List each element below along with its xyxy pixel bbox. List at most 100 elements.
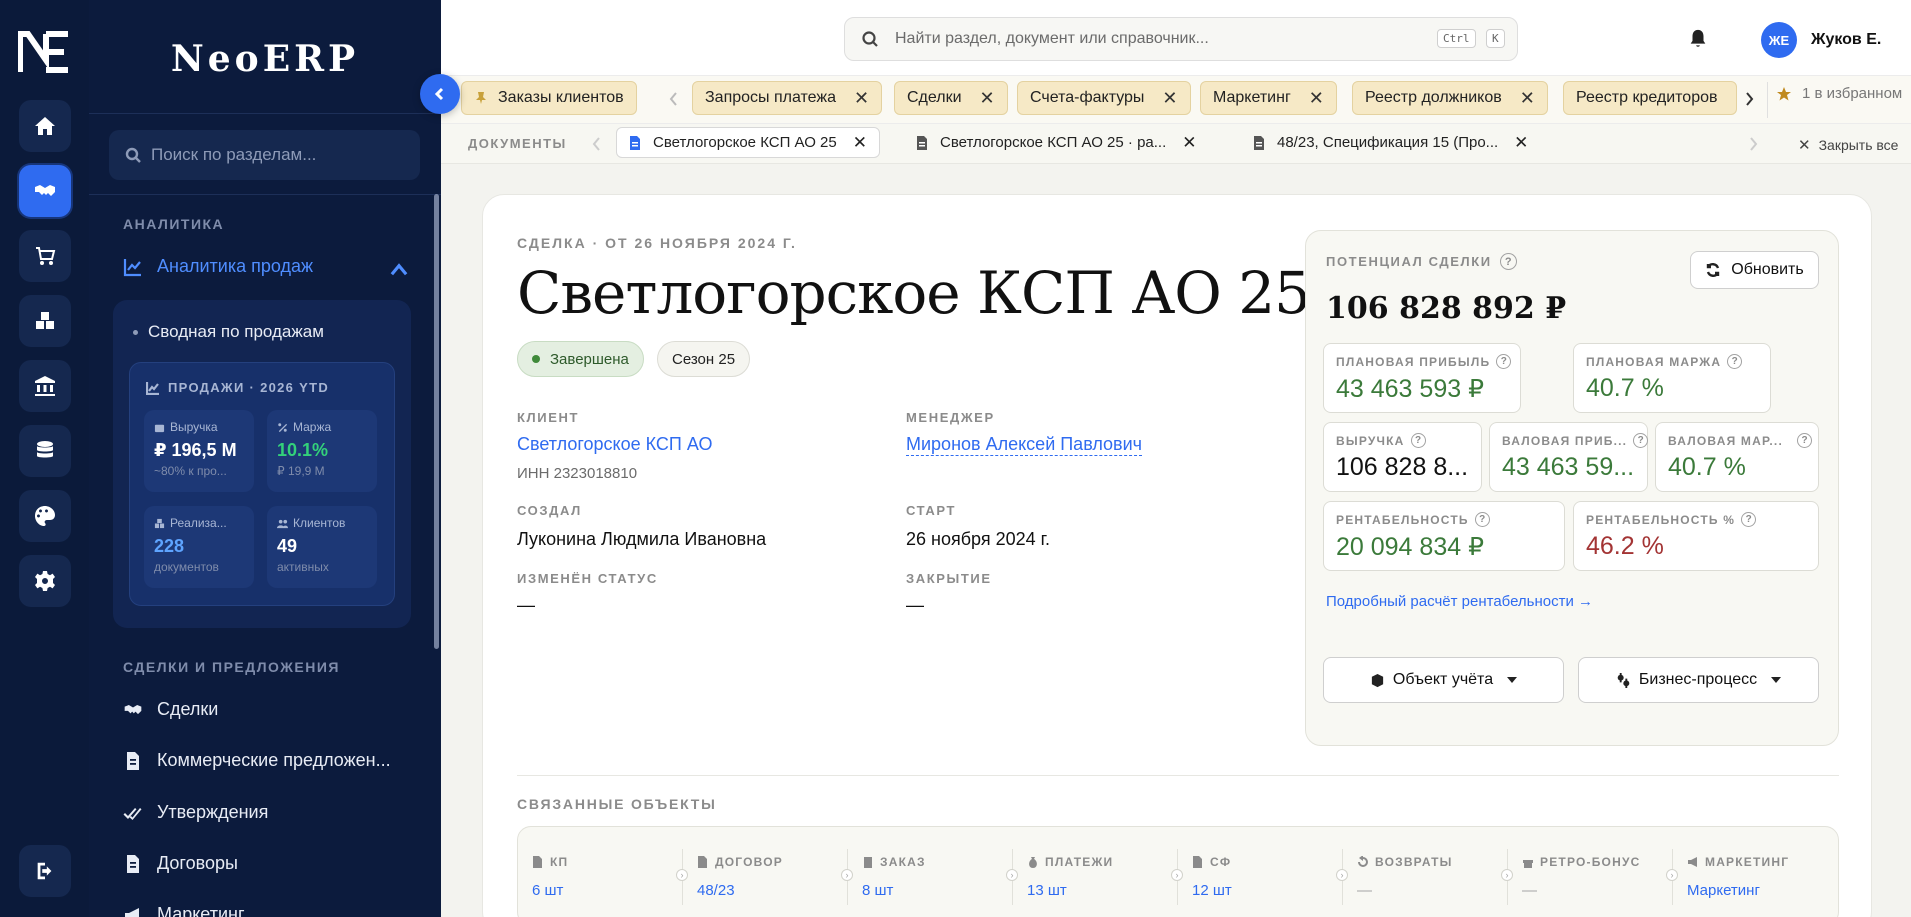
tab-creditors[interactable]: Реестр кредиторов (1563, 81, 1737, 115)
related-invoices[interactable]: СФ 12 шт (1178, 827, 1342, 917)
related-value[interactable]: 6 шт (532, 882, 563, 899)
tab-debtors[interactable]: Реестр должников ✕ (1352, 81, 1548, 115)
chevron-left-icon[interactable] (590, 135, 604, 153)
collapse-sidebar-button[interactable] (420, 74, 460, 114)
kpi-realized[interactable]: Реализа... 228 документов (144, 506, 254, 588)
status-dot (532, 355, 540, 363)
sidebar-item-sales-analytics[interactable]: Аналитика продаж (123, 256, 423, 277)
avatar[interactable]: ЖЕ (1761, 22, 1797, 58)
close-icon[interactable]: ✕ (1514, 133, 1528, 153)
status-badge[interactable]: Завершена (517, 341, 644, 377)
rail-data-button[interactable] (19, 425, 71, 477)
related-order[interactable]: ЗАКАЗ 8 шт (848, 827, 1012, 917)
metric-plan-margin: ПЛАНОВАЯ МАРЖА? 40.7 % (1573, 343, 1771, 413)
rail-theme-button[interactable] (19, 490, 71, 542)
close-icon[interactable]: ✕ (1520, 88, 1535, 109)
rail-finance-button[interactable] (19, 360, 71, 412)
close-icon[interactable]: ✕ (854, 88, 869, 109)
related-proposals[interactable]: КП 6 шт (518, 827, 682, 917)
help-icon[interactable]: ? (1633, 433, 1649, 448)
help-icon[interactable]: ? (1474, 512, 1490, 527)
palette-icon (35, 506, 55, 526)
metric-label-text: ПЛАНОВАЯ МАРЖА (1586, 354, 1722, 369)
tab-label: Запросы платежа (705, 89, 836, 106)
document-tabs: ДОКУМЕНТЫ Светлогорское КСП АО 25 ✕ Свет… (441, 124, 1911, 164)
chevron-left-icon[interactable] (667, 90, 681, 108)
close-icon: ✕ (1798, 137, 1811, 154)
chevron-up-icon[interactable] (389, 260, 409, 280)
rail-deals-button[interactable] (19, 165, 71, 217)
related-value[interactable]: 8 шт (862, 882, 893, 899)
sidebar-subitem-sales-summary[interactable]: Сводная по продажам (133, 322, 324, 342)
related-contract[interactable]: ДОГОВОР 48/23 (683, 827, 847, 917)
tab-payment-requests[interactable]: Запросы платежа ✕ (692, 81, 883, 115)
sidebar-search-input[interactable]: Поиск по разделам... (109, 130, 420, 180)
doc-tab-calculation[interactable]: Светлогорское КСП АО 25 · ра... ✕ (904, 127, 1209, 158)
manager-link[interactable]: Миронов Алексей Павлович (906, 434, 1143, 456)
related-value[interactable]: 48/23 (697, 882, 735, 899)
close-icon[interactable]: ✕ (1162, 88, 1177, 109)
bell-icon[interactable] (1687, 28, 1709, 50)
related-retro-bonus[interactable]: РЕТРО-БОНУС — (1508, 827, 1672, 917)
related-payments[interactable]: ПЛАТЕЖИ 13 шт (1013, 827, 1177, 917)
related-value[interactable]: 12 шт (1192, 882, 1232, 899)
divider (89, 194, 441, 195)
neoerp-logo[interactable] (18, 30, 72, 74)
username[interactable]: Жуков Е. (1811, 31, 1881, 49)
sidebar-item-approvals[interactable]: Утверждения (123, 802, 423, 823)
close-icon[interactable]: ✕ (980, 88, 995, 109)
kpi-margin[interactable]: Маржа 10.1% ₽ 19,9 M (267, 410, 377, 492)
potential-total: 106 828 892 ₽ (1326, 291, 1567, 326)
rail-warehouse-button[interactable] (19, 295, 71, 347)
metric-label: ПЛАНОВАЯ ПРИБЫЛЬ? (1336, 354, 1512, 369)
sidebar-item-marketing[interactable]: Маркетинг (123, 904, 423, 917)
kpi-clients[interactable]: Клиентов 49 активных (267, 506, 377, 588)
database-icon (37, 441, 53, 458)
favorites-counter[interactable]: 1 в избранном (1776, 85, 1902, 102)
kpi-value: ₽ 196,5 M (154, 440, 237, 460)
sidebar-item-deals[interactable]: Сделки (123, 699, 423, 720)
help-icon[interactable]: ? (1741, 512, 1757, 527)
help-icon[interactable]: ? (1727, 354, 1743, 369)
sidebar-scrollbar[interactable] (434, 194, 439, 649)
sidebar-item-contracts[interactable]: Договоры (123, 853, 423, 874)
help-icon[interactable]: ? (1797, 433, 1812, 448)
rail-settings-button[interactable] (19, 555, 71, 607)
tab-invoices[interactable]: Счета-фактуры ✕ (1017, 81, 1191, 115)
business-process-dropdown[interactable]: Бизнес-процесс (1578, 657, 1819, 703)
help-icon[interactable]: ? (1496, 354, 1512, 369)
kpi-label: Клиентов (277, 516, 367, 530)
chevron-right-icon[interactable] (1742, 90, 1756, 108)
kpi-revenue[interactable]: Выручка ₽ 196,5 M ~80% к про... (144, 410, 254, 492)
client-link[interactable]: Светлогорское КСП АО (517, 434, 712, 455)
related-returns[interactable]: ВОЗВРАТЫ — (1343, 827, 1507, 917)
global-search-input[interactable]: Найти раздел, документ или справочник...… (844, 17, 1518, 61)
close-icon[interactable]: ✕ (853, 133, 867, 153)
help-icon[interactable]: ? (1499, 253, 1517, 270)
close-icon[interactable]: ✕ (1309, 88, 1324, 109)
rail-home-button[interactable] (19, 100, 71, 152)
related-value[interactable]: 13 шт (1027, 882, 1067, 899)
divider (89, 113, 441, 114)
tab-pinned-orders[interactable]: Заказы клиентов (461, 81, 637, 115)
sidebar-item-proposals[interactable]: Коммерческие предложен... (123, 750, 423, 771)
doc-tab-deal[interactable]: Светлогорское КСП АО 25 ✕ (616, 127, 880, 158)
close-all-tabs-button[interactable]: ✕ Закрыть все (1798, 136, 1898, 154)
season-badge[interactable]: Сезон 25 (657, 341, 751, 377)
close-icon[interactable]: ✕ (1182, 133, 1196, 153)
tab-deals[interactable]: Сделки ✕ (894, 81, 1008, 115)
icon-rail (0, 0, 89, 917)
logout-button[interactable] (19, 845, 71, 897)
accounting-object-dropdown[interactable]: Объект учёта (1323, 657, 1564, 703)
doc-tab-specification[interactable]: 48/23, Спецификация 15 (Про... ✕ (1241, 127, 1540, 158)
related-marketing[interactable]: МАРКЕТИНГ Маркетинг (1673, 827, 1837, 917)
wallet-icon (154, 424, 165, 432)
chevron-right-icon[interactable] (1746, 135, 1760, 153)
tab-marketing[interactable]: Маркетинг ✕ (1200, 81, 1337, 115)
rail-sales-button[interactable] (19, 230, 71, 282)
related-value[interactable]: Маркетинг (1687, 882, 1760, 899)
profitability-detail-link[interactable]: Подробный расчёт рентабельности → (1326, 593, 1593, 610)
help-icon[interactable]: ? (1410, 433, 1426, 448)
potential-title: ПОТЕНЦИАЛ СДЕЛКИ ? (1326, 253, 1517, 270)
refresh-button[interactable]: Обновить (1690, 251, 1819, 289)
